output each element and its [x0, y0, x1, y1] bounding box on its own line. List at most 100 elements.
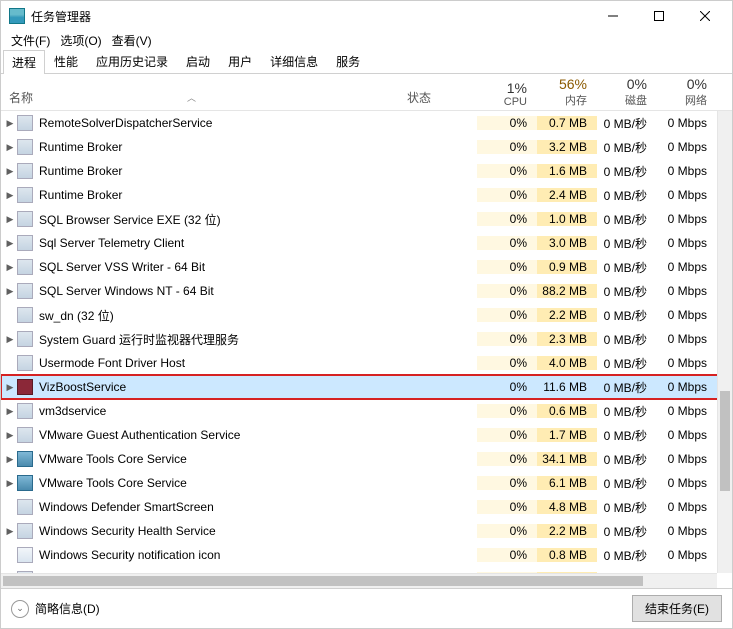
process-disk: 0 MB/秒 — [597, 307, 657, 324]
expand-icon[interactable]: ▶ — [1, 142, 15, 153]
process-name: VMware Guest Authentication Service — [39, 428, 407, 442]
process-row[interactable]: ▶VMware Tools Core Service0%6.1 MB0 MB/秒… — [1, 471, 732, 495]
process-cpu: 0% — [477, 116, 537, 130]
expand-icon[interactable]: ▶ — [1, 214, 15, 225]
header-memory[interactable]: 56% 内存 — [537, 74, 597, 110]
process-row[interactable]: ▶VMware Tools Core Service0%34.1 MB0 MB/… — [1, 447, 732, 471]
expand-icon[interactable]: ▶ — [1, 238, 15, 249]
expand-icon[interactable]: ▶ — [1, 430, 15, 441]
vertical-scrollbar[interactable] — [717, 111, 732, 573]
process-row[interactable]: ▶SQL Browser Service EXE (32 位)0%1.0 MB0… — [1, 207, 732, 231]
fewer-details-toggle[interactable]: ⌄ 简略信息(D) — [11, 600, 632, 618]
expand-icon[interactable]: ▶ — [1, 262, 15, 273]
process-disk: 0 MB/秒 — [597, 115, 657, 132]
expand-icon[interactable]: ▶ — [1, 190, 15, 201]
process-row[interactable]: Usermode Font Driver Host0%4.0 MB0 MB/秒0… — [1, 351, 732, 375]
process-row[interactable]: ▶ VMware Guest Authentication Service 0%1.… — [1, 423, 732, 447]
process-row[interactable]: ▶Runtime Broker0%3.2 MB0 MB/秒0 Mbps — [1, 135, 732, 159]
process-row[interactable]: ▶vm3dservice0%0.6 MB0 MB/秒0 Mbps — [1, 399, 732, 423]
process-disk: 0 MB/秒 — [597, 523, 657, 540]
process-cpu: 0% — [477, 452, 537, 466]
expand-icon[interactable]: ▶ — [1, 118, 15, 129]
process-name: Usermode Font Driver Host — [39, 356, 407, 370]
process-row[interactable]: ▶System Guard 运行时监视器代理服务0%2.3 MB0 MB/秒0 … — [1, 327, 732, 351]
expand-icon[interactable]: ▶ — [1, 286, 15, 297]
process-net: 0 Mbps — [657, 236, 717, 250]
window-title: 任务管理器 — [31, 8, 590, 25]
expand-icon[interactable]: ▶ — [1, 166, 15, 177]
menu-file[interactable]: 文件(F) — [7, 31, 54, 50]
tab-processes[interactable]: 进程 — [3, 50, 45, 74]
process-row[interactable]: ▶SQL Server VSS Writer - 64 Bit0%0.9 MB0… — [1, 255, 732, 279]
process-row[interactable]: Windows Security notification icon0%0.8 … — [1, 543, 732, 567]
process-net: 0 Mbps — [657, 140, 717, 154]
header-disk-pct: 0% — [597, 76, 647, 92]
process-icon — [17, 235, 33, 251]
close-button[interactable] — [682, 2, 728, 30]
process-row[interactable]: Windows Defender SmartScreen0%4.8 MB0 MB… — [1, 495, 732, 519]
header-disk[interactable]: 0% 磁盘 — [597, 74, 657, 110]
process-cpu: 0% — [477, 380, 537, 394]
process-disk: 0 MB/秒 — [597, 427, 657, 444]
tab-details[interactable]: 详细信息 — [261, 49, 327, 73]
tab-services[interactable]: 服务 — [327, 49, 369, 73]
process-net: 0 Mbps — [657, 524, 717, 538]
process-row[interactable]: sw_dn (32 位)0%2.2 MB0 MB/秒0 Mbps — [1, 303, 732, 327]
end-task-button[interactable]: 结束任务(E) — [632, 595, 722, 622]
header-mem-pct: 56% — [537, 76, 587, 92]
process-mem: 1.7 MB — [537, 428, 597, 442]
menubar: 文件(F) 选项(O) 查看(V) — [1, 31, 732, 50]
tab-users[interactable]: 用户 — [219, 49, 261, 73]
tab-performance[interactable]: 性能 — [45, 49, 87, 73]
process-mem: 0.9 MB — [537, 260, 597, 274]
process-row[interactable]: ▶RemoteSolverDispatcherService0%0.7 MB0 … — [1, 111, 732, 135]
process-name: Windows Security Health Service — [39, 524, 407, 538]
header-net-pct: 0% — [657, 76, 707, 92]
header-cpu[interactable]: 1% CPU — [477, 78, 537, 110]
header-status[interactable]: 状态 — [407, 89, 477, 110]
expand-icon[interactable]: ▶ — [1, 406, 15, 417]
process-mem: 3.2 MB — [537, 140, 597, 154]
process-row[interactable]: ▶Runtime Broker0%2.4 MB0 MB/秒0 Mbps — [1, 183, 732, 207]
process-disk: 0 MB/秒 — [597, 235, 657, 252]
process-mem: 0.8 MB — [537, 548, 597, 562]
tab-app-history[interactable]: 应用历史记录 — [87, 49, 177, 73]
process-name: RemoteSolverDispatcherService — [39, 116, 407, 130]
horizontal-scrollbar[interactable] — [1, 573, 717, 588]
process-cpu: 0% — [477, 428, 537, 442]
menu-options[interactable]: 选项(O) — [56, 31, 105, 50]
process-row[interactable]: ▶SQL Server Windows NT - 64 Bit0%88.2 MB… — [1, 279, 732, 303]
process-row[interactable]: ▶Sql Server Telemetry Client0%3.0 MB0 MB… — [1, 231, 732, 255]
process-mem: 34.1 MB — [537, 452, 597, 466]
header-cpu-pct: 1% — [477, 80, 527, 96]
expand-icon[interactable]: ▶ — [1, 334, 15, 345]
process-net: 0 Mbps — [657, 452, 717, 466]
header-net-label: 网络 — [657, 92, 707, 108]
app-icon — [9, 8, 25, 24]
header-name[interactable]: 名称 ︿ — [1, 89, 407, 110]
menu-view[interactable]: 查看(V) — [108, 31, 156, 50]
process-net: 0 Mbps — [657, 332, 717, 346]
process-row[interactable]: ▶VizBoostService0%11.6 MB0 MB/秒0 Mbps — [1, 375, 732, 399]
expand-icon[interactable]: ▶ — [1, 478, 15, 489]
process-icon — [17, 211, 33, 227]
process-icon — [17, 379, 33, 395]
titlebar: 任务管理器 — [1, 1, 732, 31]
process-disk: 0 MB/秒 — [597, 475, 657, 492]
tab-startup[interactable]: 启动 — [177, 49, 219, 73]
expand-icon[interactable]: ▶ — [1, 454, 15, 465]
minimize-button[interactable] — [590, 2, 636, 30]
expand-icon[interactable]: ▶ — [1, 526, 15, 537]
process-net: 0 Mbps — [657, 308, 717, 322]
maximize-button[interactable] — [636, 2, 682, 30]
scrollbar-thumb[interactable] — [3, 576, 643, 586]
process-icon — [17, 475, 33, 491]
header-network[interactable]: 0% 网络 — [657, 74, 717, 110]
process-row[interactable]: ▶Windows Security Health Service0%2.2 MB… — [1, 519, 732, 543]
process-name: vm3dservice — [39, 404, 407, 418]
process-mem: 1.0 MB — [537, 212, 597, 226]
process-row[interactable]: ▶Runtime Broker0%1.6 MB0 MB/秒0 Mbps — [1, 159, 732, 183]
scrollbar-thumb[interactable] — [720, 391, 730, 491]
expand-icon[interactable]: ▶ — [1, 382, 15, 393]
chevron-down-icon: ⌄ — [11, 600, 29, 618]
